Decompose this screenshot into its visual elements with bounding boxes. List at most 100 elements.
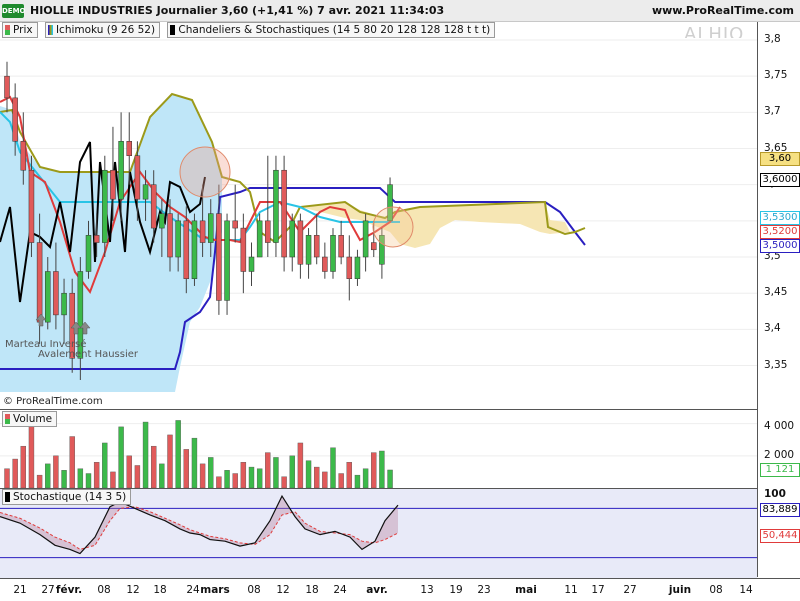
volume-bar — [45, 463, 51, 489]
date-label: 19 — [449, 584, 463, 596]
site-url[interactable]: www.ProRealTime.com — [652, 4, 794, 17]
panel-separator[interactable] — [0, 409, 757, 410]
candle-body — [191, 220, 198, 279]
candle-body — [232, 220, 238, 229]
price-tick-label: 3,75 — [764, 69, 788, 82]
candle-body — [61, 292, 67, 316]
volume-bar — [20, 445, 26, 489]
volume-bar — [150, 445, 157, 489]
price-tick-label: 3,7 — [764, 105, 781, 118]
volume-bar — [85, 473, 92, 489]
volume-bar — [216, 476, 222, 489]
candle-body — [85, 235, 92, 272]
stoch-swatch-icon — [5, 492, 10, 502]
date-label: 17 — [591, 584, 605, 596]
volume-bar — [61, 470, 67, 489]
candle-body — [273, 169, 279, 243]
date-label: 23 — [477, 584, 491, 596]
candle-body — [256, 220, 263, 258]
volume-bar — [379, 450, 385, 489]
candle-body — [142, 184, 149, 200]
volume-bar — [289, 455, 295, 489]
stoch-d-badge: 50,444 — [760, 529, 800, 543]
tenkan-value-badge: 3,6000 — [760, 173, 800, 187]
candle-body — [297, 220, 304, 265]
volume-bar — [224, 470, 230, 489]
volume-bar — [199, 463, 206, 489]
volume-bar — [346, 462, 352, 489]
candle-body — [322, 256, 328, 272]
date-label: 08 — [709, 584, 723, 596]
candle-body — [208, 213, 214, 243]
candle-body — [216, 213, 222, 301]
candle-body — [118, 141, 124, 200]
volume-bar — [297, 442, 304, 489]
date-label: févr. — [55, 584, 83, 596]
volume-panel-title[interactable]: Volume — [2, 411, 58, 427]
candle-body — [199, 220, 206, 243]
volume-bar — [232, 473, 238, 489]
candle-body — [330, 235, 336, 272]
stoch-title-label: Stochastique (14 3 5) — [13, 491, 127, 503]
volume-bar — [118, 426, 124, 489]
candle-body — [20, 141, 27, 171]
date-label: juin — [668, 584, 692, 596]
candle-body — [313, 235, 320, 258]
price-tick-label: 3,8 — [764, 33, 781, 45]
price-tick-label: 3,4 — [764, 322, 781, 335]
volume-bar — [183, 449, 190, 489]
demo-badge: DEMO — [2, 4, 26, 18]
volume-bar — [126, 455, 132, 489]
date-axis[interactable]: 21 27 févr. 08 12 18 24 mars 08 12 18 24 avr. 13 19 23 m… — [0, 578, 800, 601]
date-label: 12 — [126, 584, 140, 596]
date-label: 14 — [739, 584, 753, 596]
volume-bar — [256, 468, 263, 489]
volume-bar — [208, 457, 214, 489]
volume-bar — [314, 466, 320, 489]
date-label: avr. — [366, 584, 388, 596]
volume-bar — [4, 468, 10, 489]
date-label: 18 — [153, 584, 167, 596]
chart-title: HIOLLE INDUSTRIES Journalier 3,60 (+1,41… — [30, 4, 445, 17]
date-label: 13 — [420, 584, 434, 596]
candle-body — [159, 213, 165, 229]
volume-bar — [175, 420, 181, 489]
volume-bar — [305, 460, 312, 489]
candle-body — [28, 169, 35, 243]
candle-body — [289, 220, 295, 258]
volume-bar — [69, 436, 75, 489]
volume-bar — [142, 421, 149, 489]
candle-body — [4, 75, 10, 99]
volume-bar — [53, 455, 59, 489]
candle-body — [93, 235, 100, 243]
candle-body — [248, 256, 255, 272]
candle-body — [362, 220, 369, 258]
volume-bar — [265, 452, 271, 489]
title-bar: DEMO HIOLLE INDUSTRIES Journalier 3,60 (… — [0, 0, 800, 22]
volume-bar — [159, 463, 165, 489]
date-label: 27 — [623, 584, 637, 596]
volume-bar — [102, 442, 108, 489]
candle-body — [45, 271, 51, 323]
volume-bar — [77, 468, 84, 489]
date-label: mars — [200, 584, 230, 596]
candle-body — [134, 155, 141, 200]
date-label: 12 — [276, 584, 290, 596]
candle-body — [36, 242, 43, 323]
stoch-panel-title[interactable]: Stochastique (14 3 5) — [2, 489, 132, 505]
volume-bar — [354, 474, 361, 489]
date-label: 11 — [564, 584, 578, 596]
volume-value-badge: 1 121 — [760, 463, 800, 477]
kijun-value-badge: 3,5300 — [760, 211, 800, 225]
candle-body — [53, 271, 59, 316]
volume-tick: 4 000 — [764, 420, 795, 432]
volume-bar — [273, 457, 279, 489]
candle-body — [110, 169, 116, 200]
volume-bar — [371, 452, 377, 489]
candle-body — [305, 235, 312, 265]
volume-bar — [281, 476, 287, 489]
price-axis[interactable]: 3,83,753,73,653,63,553,53,453,43,35 3,60… — [757, 22, 800, 577]
candle-body — [346, 256, 353, 279]
price-tick-label: 3,35 — [764, 358, 788, 371]
candle-body — [150, 184, 157, 229]
